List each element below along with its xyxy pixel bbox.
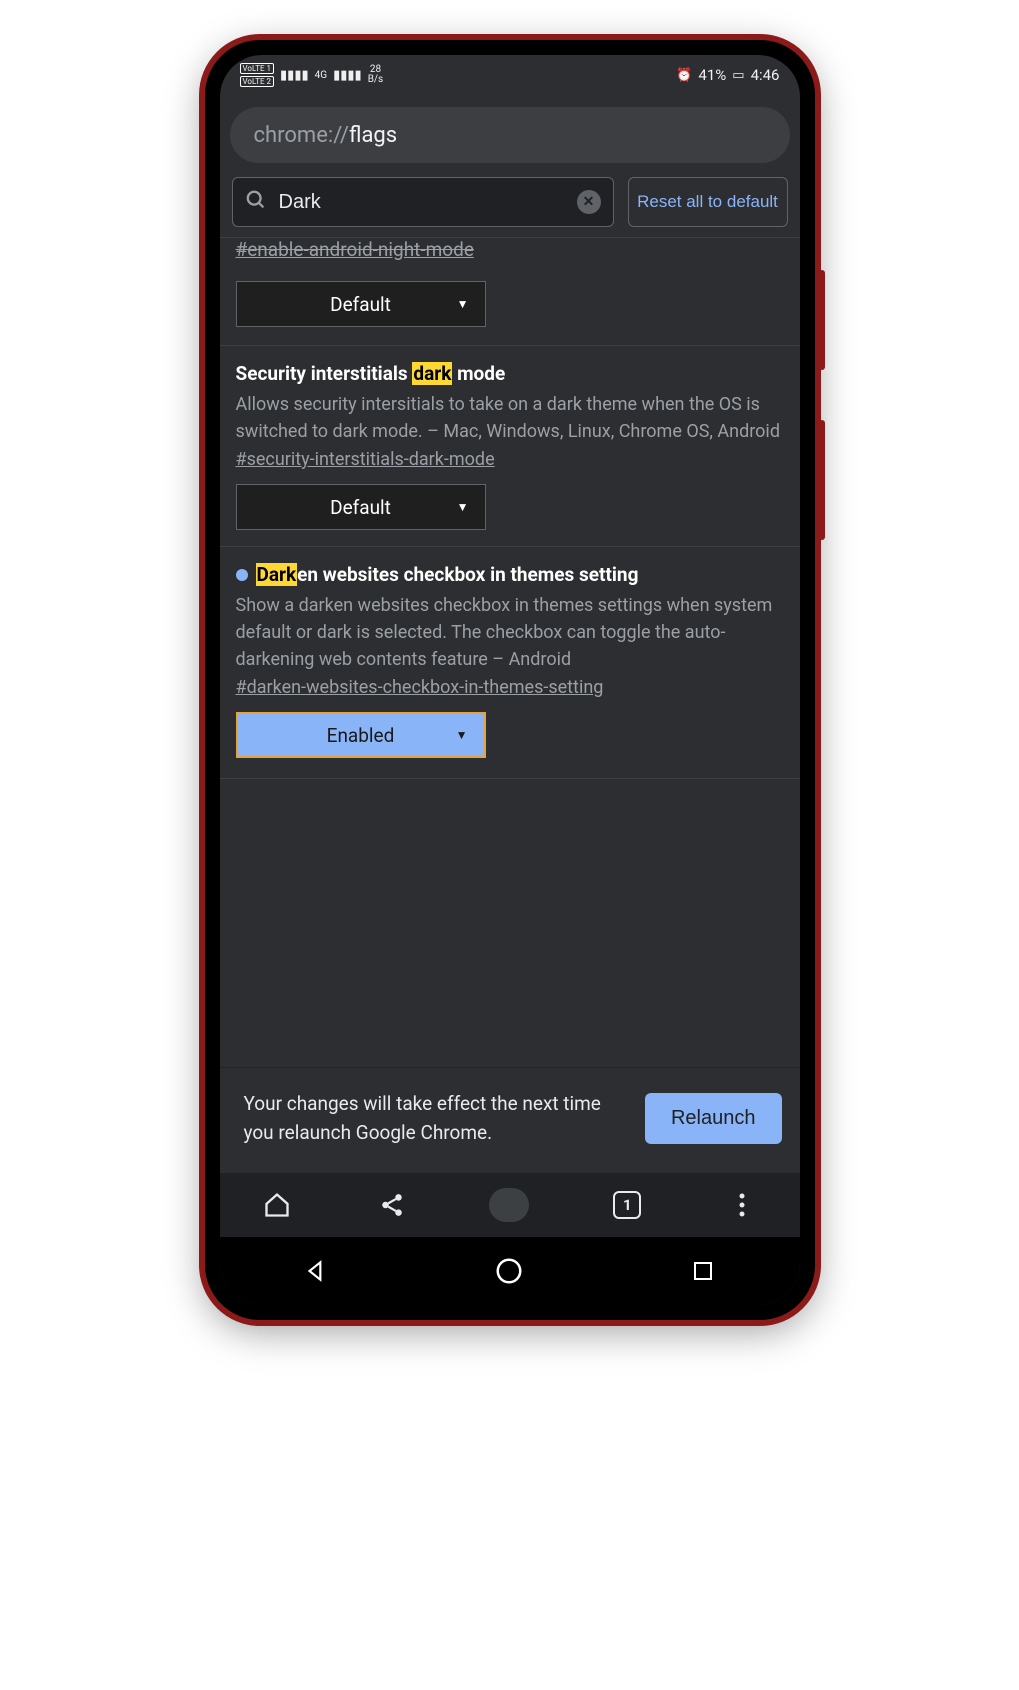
flag-select-0[interactable]: Default ▼ (236, 281, 486, 327)
flag-select-1[interactable]: Default ▼ (236, 484, 486, 530)
power-button (819, 420, 825, 540)
flag-select-2[interactable]: Enabled ▼ (236, 712, 486, 758)
screen: VoLTE 1 VoLTE 2 ▮▮▮▮ 4G ▮▮▮▮ 28 B/s ⏰ 41… (220, 55, 800, 1305)
battery-icon: ▭ (732, 68, 744, 83)
reset-all-button[interactable]: Reset all to default (628, 177, 788, 227)
signal-icon-2: ▮▮▮▮ (333, 68, 362, 83)
home-icon[interactable] (260, 1188, 294, 1222)
phone-frame: VoLTE 1 VoLTE 2 ▮▮▮▮ 4G ▮▮▮▮ 28 B/s ⏰ 41… (205, 40, 815, 1320)
chevron-down-icon: ▼ (457, 500, 469, 514)
search-input[interactable] (279, 191, 577, 214)
relaunch-bar: Your changes will take effect the next t… (220, 1067, 800, 1173)
volte-indicators: VoLTE 1 VoLTE 2 (240, 63, 275, 87)
battery-pct: 41% (698, 66, 726, 84)
signal-icon: ▮▮▮▮ (280, 68, 309, 83)
flags-toolbar: ✕ Reset all to default (220, 177, 800, 237)
network-type: 4G (315, 70, 327, 81)
alarm-icon: ⏰ (676, 68, 692, 83)
status-bar: VoLTE 1 VoLTE 2 ▮▮▮▮ 4G ▮▮▮▮ 28 B/s ⏰ 41… (220, 55, 800, 95)
volte-2: VoLTE 2 (240, 76, 275, 87)
flag-description: Allows security intersitials to take on … (236, 391, 784, 445)
relaunch-button[interactable]: Relaunch (645, 1093, 782, 1144)
flag-item-security-interstitials: Security interstitials dark mode Allows … (220, 345, 800, 546)
chevron-down-icon: ▼ (456, 728, 468, 742)
back-button[interactable] (301, 1256, 331, 1286)
tabs-icon[interactable]: 1 (610, 1188, 644, 1222)
clear-search-button[interactable]: ✕ (577, 190, 601, 214)
menu-icon[interactable] (725, 1188, 759, 1222)
relaunch-message: Your changes will take effect the next t… (244, 1090, 627, 1147)
search-icon (245, 189, 267, 215)
flag-title: Security interstitials dark mode (236, 362, 784, 385)
search-nav-icon[interactable] (489, 1188, 529, 1222)
system-nav (220, 1237, 800, 1305)
flag-description: Show a darken websites checkbox in theme… (236, 592, 784, 673)
volume-button (819, 270, 825, 370)
flag-title: Darken websites checkbox in themes setti… (236, 563, 784, 586)
flag-hash-link[interactable]: #security-interstitials-dark-mode (236, 449, 495, 470)
chevron-down-icon: ▼ (457, 297, 469, 311)
net-speed: 28 B/s (368, 65, 384, 85)
omnibox[interactable]: chrome://flags (230, 107, 790, 163)
flag-item-darken-websites: Darken websites checkbox in themes setti… (220, 546, 800, 774)
flag-hash-partial[interactable]: #enable-android-night-mode (220, 238, 800, 267)
url-host: flags (349, 123, 397, 148)
home-button[interactable] (494, 1256, 524, 1286)
flags-list[interactable]: #enable-android-night-mode Default ▼ Sec… (220, 237, 800, 1067)
browser-nav: 1 (220, 1173, 800, 1237)
share-icon[interactable] (375, 1188, 409, 1222)
recents-button[interactable] (688, 1256, 718, 1286)
clock: 4:46 (751, 66, 780, 84)
volte-1: VoLTE 1 (240, 63, 275, 74)
changed-indicator-icon (236, 569, 248, 581)
flag-hash-link[interactable]: #darken-websites-checkbox-in-themes-sett… (236, 677, 604, 698)
search-box[interactable]: ✕ (232, 177, 614, 227)
url-scheme: chrome:// (254, 123, 349, 148)
